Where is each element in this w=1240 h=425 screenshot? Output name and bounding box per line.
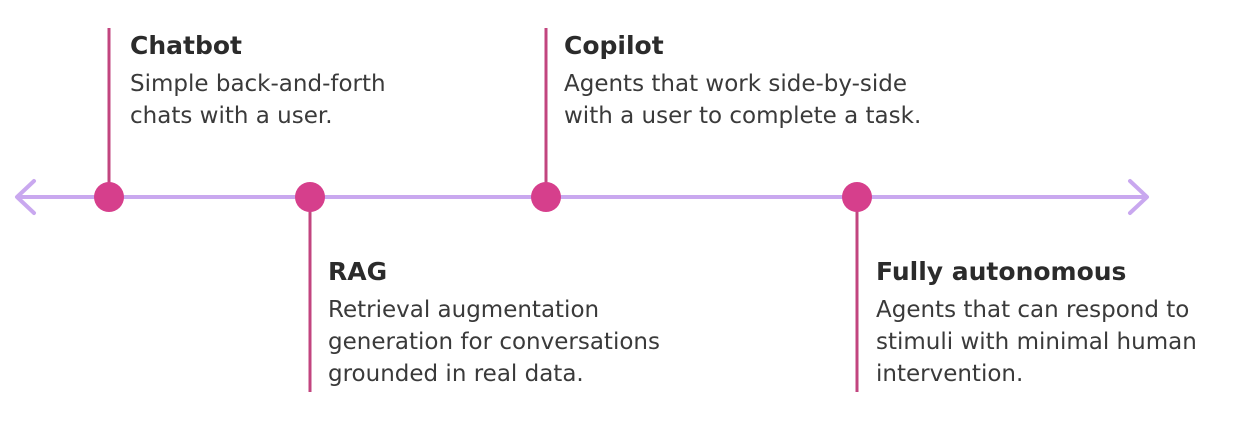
stage-description: Simple back-and-forth chats with a user. [130,68,386,132]
description-line: Retrieval augmentation [328,297,600,323]
description-line: with a user to complete a task. [564,103,922,129]
stage-chatbot: Chatbot Simple back-and-forth chats with… [130,30,386,132]
marker-fully-autonomous [842,182,872,212]
stage-title: Fully autonomous [876,257,1127,286]
stage-copilot: Copilot Agents that work side-by-side wi… [564,30,921,132]
stage-title: Chatbot [130,31,242,60]
stage-title: RAG [328,257,388,286]
description-line: Agents that work side-by-side [564,71,908,97]
description-line: Agents that can respond to [876,297,1190,323]
marker-rag [295,182,325,212]
description-line: Simple back-and-forth [130,71,386,97]
stage-title: Copilot [564,31,664,60]
stage-description: Retrieval augmentation generation for co… [328,294,660,390]
stage-description: Agents that work side-by-side with a use… [564,68,921,132]
marker-copilot [531,182,561,212]
description-line: generation for conversations [328,329,660,355]
description-line: chats with a user. [130,103,333,129]
description-line: stimuli with minimal human [876,329,1197,355]
stage-description: Agents that can respond to stimuli with … [876,294,1197,390]
description-line: intervention. [876,361,1024,387]
description-line: grounded in real data. [328,361,584,387]
marker-chatbot [94,182,124,212]
stage-rag: RAG Retrieval augmentation generation fo… [328,256,660,390]
stage-fully-autonomous: Fully autonomous Agents that can respond… [876,256,1197,390]
